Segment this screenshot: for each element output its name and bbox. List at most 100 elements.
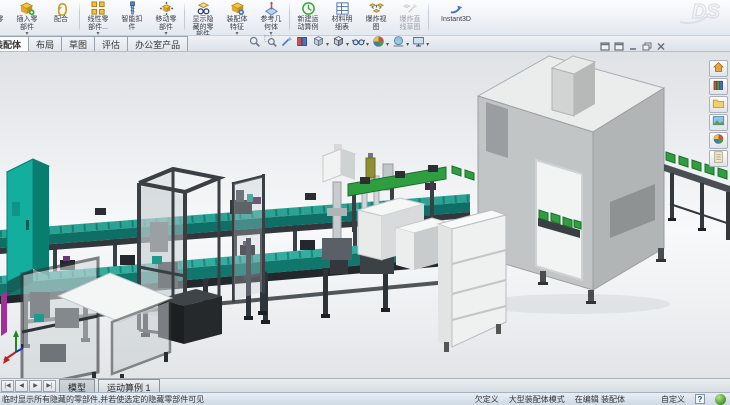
apply-scene-icon [392, 35, 405, 53]
bill-of-materials-icon [335, 1, 350, 16]
ribbon-button-label: Instant3D [441, 16, 471, 24]
edit-appearance-icon [372, 35, 385, 53]
study-nav-button-3[interactable]: ▶| [43, 380, 56, 392]
study-nav-button-2[interactable]: ▶ [29, 380, 42, 392]
dropdown-arrow-icon[interactable]: ▾ [346, 41, 349, 48]
ribbon-button-label: 藏的零 [193, 24, 214, 32]
ribbon-button-edit-component[interactable]: 编辑零部件 [0, 0, 10, 35]
tab-evaluate[interactable]: 评估 [94, 36, 128, 51]
dropdown-arrow-icon[interactable]: ▾ [426, 41, 429, 48]
zoom-to-area-button[interactable] [264, 35, 277, 53]
section-view-button[interactable] [296, 35, 309, 53]
ribbon-button-assembly-features[interactable]: 装配体特征▾ [220, 0, 254, 35]
file-explorer-button[interactable] [709, 96, 728, 113]
tab-layout[interactable]: 布局 [28, 36, 62, 51]
ribbon-button-new-motion-study[interactable]: 新建运动算例 [291, 0, 325, 35]
ribbon-button-instant3d[interactable]: Instant3D [430, 0, 482, 35]
hide-show-items-button[interactable]: ▾ [352, 35, 369, 53]
task-pane-toolbar [709, 60, 729, 167]
ribbon-button-label: 动算例 [298, 24, 319, 32]
viewport-3d[interactable] [0, 52, 730, 378]
ribbon-separator [289, 2, 290, 33]
ds-logo-text: DS [692, 1, 720, 23]
explode-line-sketch-icon [403, 1, 418, 16]
view-settings-icon [412, 35, 425, 53]
custom-properties-button[interactable] [709, 150, 728, 167]
display-style-button[interactable]: ▾ [332, 35, 349, 53]
study-nav-button-1[interactable]: ◀ [15, 380, 28, 392]
ribbon-button-label: 细表 [335, 24, 349, 32]
tab-assembly[interactable]: 装配体 [0, 36, 29, 51]
appearances-scenes-button[interactable] [709, 132, 728, 149]
dropdown-arrow-icon[interactable]: ▾ [386, 41, 389, 48]
selection-filter-button[interactable] [280, 35, 293, 53]
custom-properties-icon [712, 150, 725, 168]
ribbon-button-label: 特征 [230, 24, 244, 32]
tab-office-products[interactable]: 办公室产品 [127, 36, 188, 51]
view-settings-button[interactable]: ▾ [412, 35, 429, 53]
view-orientation-icon [312, 35, 325, 53]
edit-component-icon [0, 1, 1, 16]
status-custom[interactable]: 自定义 [661, 394, 685, 405]
ribbon-button-exploded-view[interactable]: 爆炸视图 [359, 0, 393, 35]
edit-appearance-button[interactable]: ▾ [372, 35, 389, 53]
help-badge[interactable]: ? [695, 394, 705, 404]
smart-fasteners-icon [125, 1, 140, 16]
status-right-items: 欠定义 大型装配体模式 在编辑 装配体 自定义 ? [475, 394, 730, 405]
view-palette-button[interactable] [709, 114, 728, 131]
appearances-scenes-icon [712, 132, 725, 150]
insert-component-icon [20, 1, 35, 16]
ribbon-button-mate[interactable]: 配合 [44, 0, 78, 35]
study-tab-motion-study-1[interactable]: 运动算例 1 [98, 379, 160, 392]
reference-geometry-icon [264, 1, 279, 16]
ribbon-button-label: 部件 [20, 24, 34, 32]
dropdown-arrow-icon[interactable]: ▾ [366, 41, 369, 48]
apply-scene-button[interactable]: ▾ [392, 35, 409, 53]
status-message: 临时显示所有隐藏的零部件,并若使选定的隐藏零部件可见 [2, 394, 204, 405]
ribbon-button-explode-line-sketch[interactable]: 爆炸直线草图 [393, 0, 427, 35]
study-tabs: 模型运动算例 1 [56, 379, 160, 392]
selection-filter-icon [280, 35, 293, 53]
move-component-icon [159, 1, 174, 16]
ribbon-button-insert-component[interactable]: 插入零部件▾ [10, 0, 44, 35]
ribbon-buttons: 编辑零部件插入零部件▾配合线性零部件...▾智能扣件移动零部件▾显示隐藏的零部件… [0, 0, 482, 35]
command-tabs: 装配体布局草图评估办公室产品 [0, 36, 187, 51]
resources-ball-icon[interactable] [715, 394, 726, 405]
ribbon-button-label: 线性零 [88, 16, 109, 24]
heads-up-view-toolbar: ▾ ▾ ▾ ▾ ▾ ▾ [248, 37, 432, 51]
ribbon-button-move-component[interactable]: 移动零部件▾ [149, 0, 183, 35]
ribbon-button-label: 爆炸视 [366, 16, 387, 24]
zoom-to-fit-button[interactable] [248, 35, 261, 53]
ribbon-button-label: 部件 [159, 24, 173, 32]
tab-sketch[interactable]: 草图 [61, 36, 95, 51]
ribbon-button-show-hidden-components[interactable]: 显示隐藏的零部件 [186, 0, 220, 35]
dassault-ds-logo: DS [674, 0, 724, 35]
ribbon-button-label: 装配体 [227, 16, 248, 24]
dropdown-arrow-icon[interactable]: ▾ [326, 41, 329, 48]
zoom-to-area-icon [264, 35, 277, 53]
ribbon-button-label: 参考几 [261, 16, 282, 24]
ribbon-button-bill-of-materials[interactable]: 材料明细表 [325, 0, 359, 35]
design-library-button[interactable] [709, 78, 728, 95]
ribbon-button-label: 插入零 [17, 16, 38, 24]
ribbon-button-reference-geometry[interactable]: 参考几何体▾ [254, 0, 288, 35]
ribbon-button-label: 部件... [88, 24, 108, 32]
solidworks-resources-button[interactable] [709, 60, 728, 77]
ribbon-button-label: 件 [129, 24, 136, 32]
study-nav-button-0[interactable]: |◀ [1, 380, 14, 392]
assembly-3d-scene[interactable] [0, 52, 730, 378]
ribbon-toolbar: 编辑零部件插入零部件▾配合线性零部件...▾智能扣件移动零部件▾显示隐藏的零部件… [0, 0, 730, 36]
linear-pattern-icon [91, 1, 106, 16]
study-tab-model[interactable]: 模型 [59, 379, 95, 392]
ribbon-button-label: 编辑零 [0, 16, 4, 24]
view-palette-icon [712, 114, 725, 132]
ribbon-separator [79, 2, 80, 33]
view-orientation-button[interactable]: ▾ [312, 35, 329, 53]
solidworks-window: 编辑零部件插入零部件▾配合线性零部件...▾智能扣件移动零部件▾显示隐藏的零部件… [0, 0, 730, 405]
section-view-icon [296, 35, 309, 53]
ribbon-button-label: 智能扣 [122, 16, 143, 24]
hide-show-items-icon [352, 35, 365, 53]
ribbon-button-smart-fasteners[interactable]: 智能扣件 [115, 0, 149, 35]
ribbon-button-linear-pattern[interactable]: 线性零部件...▾ [81, 0, 115, 35]
dropdown-arrow-icon[interactable]: ▾ [406, 41, 409, 48]
